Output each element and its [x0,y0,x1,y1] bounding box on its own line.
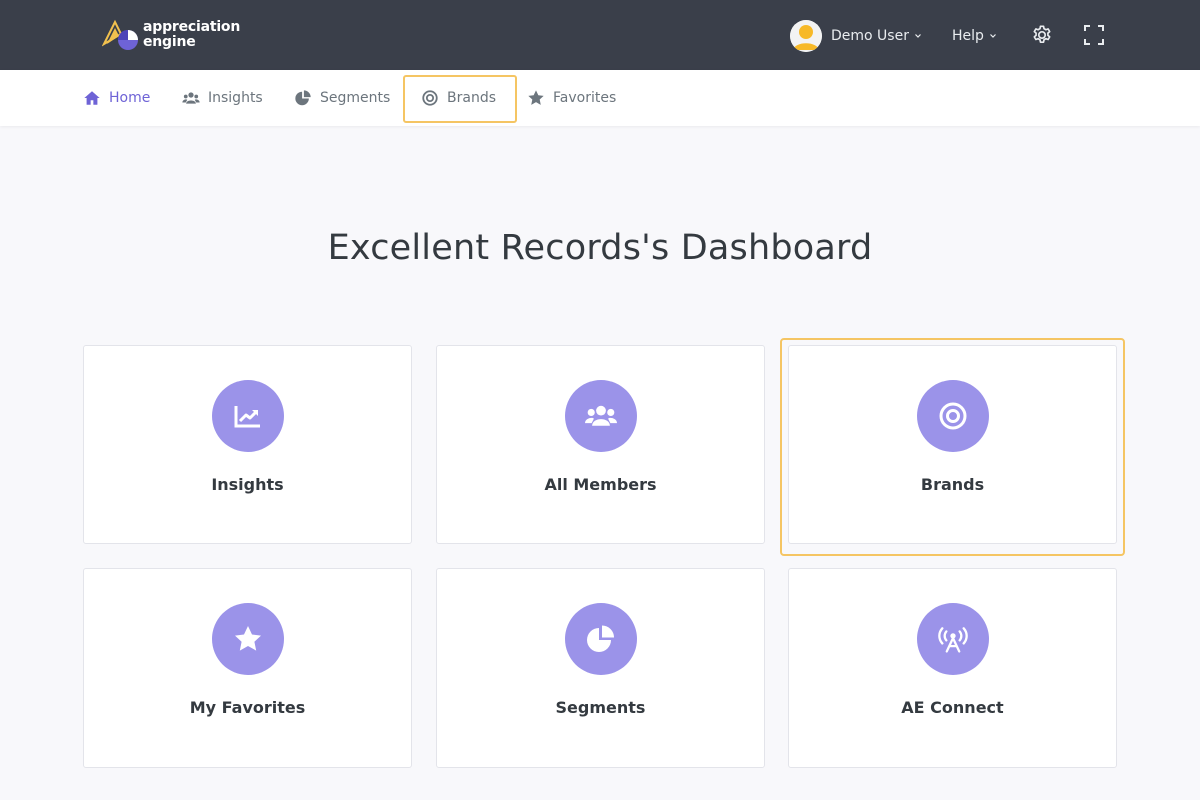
top-bar: appreciation engine Demo User Help [0,0,1200,70]
card-label: Segments [555,698,646,717]
nav-item-brands[interactable]: Brands [421,70,496,126]
users-icon [585,405,617,426]
nav-item-label: Favorites [553,90,617,106]
nav-item-label: Insights [208,90,263,106]
users-icon [182,92,200,104]
pie-chart-icon [587,625,614,652]
target-icon [939,402,967,430]
avatar [790,20,822,52]
fullscreen-icon[interactable] [1083,24,1105,46]
nav-item-label: Segments [320,90,391,106]
logo-text-line2: engine [143,34,196,50]
main-nav: Home Insights Segments Brands Favorites [0,70,1200,126]
card-label: All Members [544,475,657,494]
card-ae-connect[interactable]: AE Connect [788,568,1117,768]
nav-item-home[interactable]: Home [83,70,150,126]
nav-item-favorites[interactable]: Favorites [527,70,616,126]
card-icon-circle [565,380,637,452]
nav-item-insights[interactable]: Insights [182,70,263,126]
card-label: Insights [211,475,284,494]
help-label: Help [952,28,984,44]
gear-icon[interactable] [1031,24,1053,46]
card-my-favorites[interactable]: My Favorites [83,568,412,768]
app-logo[interactable]: appreciation engine [102,18,252,54]
nav-item-label: Home [109,90,151,106]
card-segments[interactable]: Segments [436,568,765,768]
star-icon [235,626,261,651]
chevron-down-icon [989,34,996,38]
card-all-members[interactable]: All Members [436,345,765,544]
star-icon [528,90,544,105]
user-name: Demo User [831,28,909,44]
pie-chart-icon [295,90,311,106]
broadcast-tower-icon [938,627,968,653]
card-icon-circle [917,603,989,675]
card-label: Brands [920,475,985,494]
card-label: My Favorites [189,698,306,717]
logo-text: appreciation engine [143,20,240,50]
target-icon [422,90,438,106]
chevron-down-icon [915,34,921,38]
card-insights[interactable]: Insights [83,345,412,544]
card-icon-circle [565,603,637,675]
nav-item-segments[interactable]: Segments [294,70,390,126]
user-menu[interactable]: Demo User [790,20,922,52]
card-icon-circle [212,380,284,452]
card-icon-circle [917,380,989,452]
card-icon-circle [212,603,284,675]
logo-icon [102,19,138,50]
card-brands[interactable]: Brands [788,345,1117,544]
logo-text-line1: appreciation [143,19,241,35]
home-icon [84,91,100,105]
page-title: Excellent Records's Dashboard [327,228,873,268]
chart-line-icon [234,406,260,428]
nav-item-label: Brands [447,90,496,106]
user-avatar-icon [790,20,822,52]
card-label: AE Connect [901,698,1004,717]
help-menu[interactable]: Help [952,20,997,52]
